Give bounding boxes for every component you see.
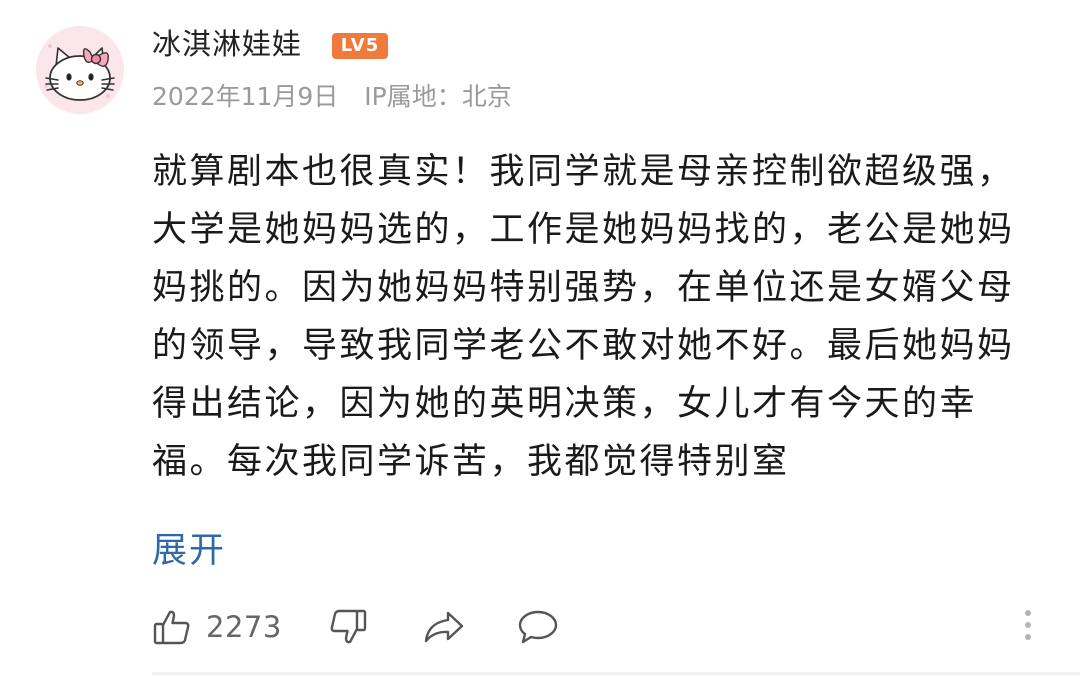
comment-meta: 2022年11月9日 IP属地：北京 xyxy=(152,78,512,116)
comment-icon xyxy=(518,610,558,644)
level-badge: LV5 xyxy=(332,33,388,59)
reply-button[interactable] xyxy=(516,604,560,650)
share-button[interactable] xyxy=(422,604,466,650)
divider xyxy=(152,672,1080,675)
comment-card: 冰淇淋娃娃 LV5 2022年11月9日 IP属地：北京 就算剧本也很真实！我同… xyxy=(0,0,1080,678)
thumbs-down-icon xyxy=(330,609,367,644)
like-count: 2273 xyxy=(206,610,282,644)
ip-location: IP属地：北京 xyxy=(364,82,512,111)
more-button[interactable] xyxy=(1018,602,1038,648)
like-button[interactable]: 2273 xyxy=(152,604,282,650)
dislike-button[interactable] xyxy=(328,604,368,650)
comment-actions: 2273 xyxy=(0,598,1080,658)
comment-date: 2022年11月9日 xyxy=(152,82,339,111)
comment-text: 就算剧本也很真实！我同学就是母亲控制欲超级强，大学是她妈妈选的，工作是她妈妈找的… xyxy=(152,152,1015,482)
hello-kitty-avatar-icon xyxy=(36,26,124,114)
share-icon xyxy=(424,611,464,643)
username[interactable]: 冰淇淋娃娃 xyxy=(152,22,302,66)
expand-link[interactable]: 展开 xyxy=(152,522,226,580)
avatar[interactable] xyxy=(36,26,124,114)
more-vertical-icon xyxy=(1025,610,1031,640)
thumbs-up-icon xyxy=(153,610,190,645)
